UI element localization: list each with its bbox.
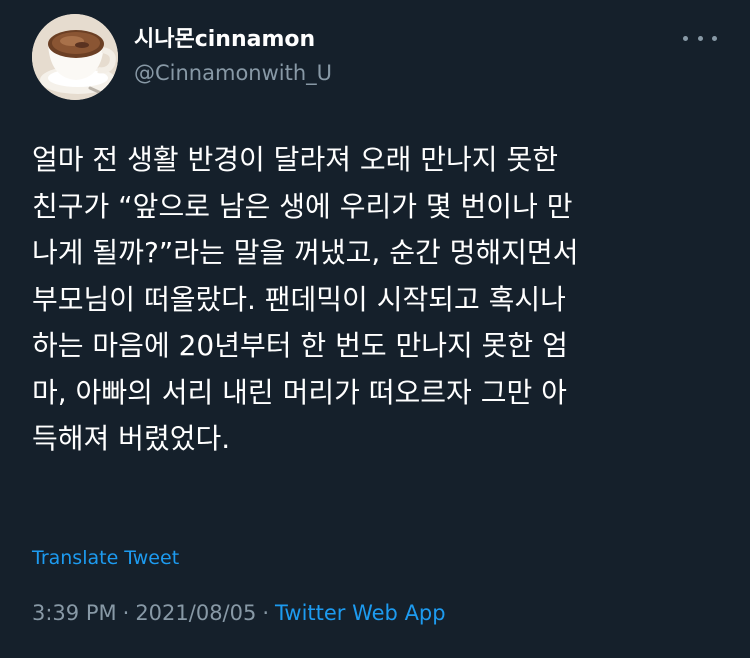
more-options-icon[interactable]: [683, 28, 717, 48]
separator: ·: [262, 601, 270, 625]
tweet-text-line: 득해져 버렸었다.: [32, 422, 231, 455]
tweet-detail: 시나몬cinnamon @Cinnamonwith_U 얼마 전 생활 반경이 …: [0, 0, 750, 658]
translate-tweet-link[interactable]: Translate Tweet: [32, 545, 179, 571]
tweet-text-line: 나게 될까?”라는 말을 꺼냈고, 순간 멍해지면서: [32, 236, 579, 269]
more-dot: [683, 35, 688, 41]
more-dot: [697, 35, 703, 41]
tweet-text-line: 얼마 전 생활 반경이 달라져 오래 만나지 못한: [32, 143, 558, 176]
user-info: 시나몬cinnamon @Cinnamonwith_U: [134, 26, 332, 86]
tweet-text-line: 부모님이 떠올랐다. 팬데믹이 시작되고 혹시나: [32, 282, 566, 316]
tweet-date[interactable]: 2021/08/05: [135, 601, 256, 625]
display-name[interactable]: 시나몬cinnamon: [134, 26, 332, 54]
separator: ·: [122, 601, 130, 625]
avatar[interactable]: [32, 14, 118, 100]
tweet-text-line: 친구가 “앞으로 남은 생에 우리가 몇 번이나 만: [32, 189, 573, 223]
tweet-text-line: 하는 마음에 20년부터 한 번도 만나지 못한 엄: [32, 329, 568, 362]
tweet-text-line: 마, 아빠의 서리 내린 머리가 떠오르자 그만 아: [32, 375, 567, 409]
tweet-source-link[interactable]: Twitter Web App: [275, 601, 446, 625]
tweet-metadata: 3:39 PM · 2021/08/05 · Twitter Web App: [32, 598, 446, 628]
coffee-cup-icon: [32, 14, 118, 100]
user-handle[interactable]: @Cinnamonwith_U: [134, 60, 332, 86]
more-dot: [712, 35, 717, 41]
tweet-text: 얼마 전 생활 반경이 달라져 오래 만나지 못한 친구가 “앞으로 남은 생에…: [32, 137, 732, 463]
tweet-time[interactable]: 3:39 PM: [32, 601, 117, 625]
